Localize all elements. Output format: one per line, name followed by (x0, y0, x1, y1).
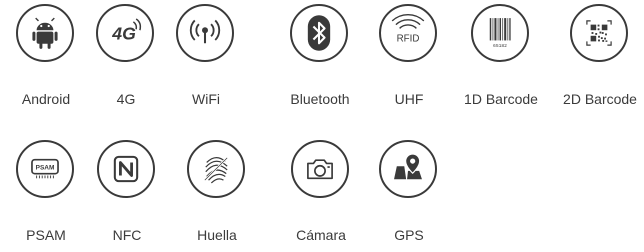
feature-row-1: Android 4G 4G WiFi Bluetooth RFID UHF 65… (0, 4, 644, 116)
feature-label: WiFi (192, 91, 220, 107)
feature-2d-barcode: 2D Barcode (560, 4, 640, 116)
feature-huella: Huella (177, 140, 257, 252)
feature-nfc: NFC (87, 140, 167, 252)
fingerprint-icon (187, 140, 245, 198)
4g-icon-text: 4G (111, 24, 136, 44)
feature-label: 2D Barcode (563, 91, 637, 107)
barcode-2d-icon (570, 4, 628, 62)
barcode-1d-icon: 65182 (471, 4, 529, 62)
feature-label: Bluetooth (290, 91, 350, 107)
feature-row-2: PSAM PSAM NFC Huella Cámara GPS (0, 140, 644, 252)
feature-wifi: WiFi (166, 4, 246, 116)
feature-label: NFC (112, 227, 142, 243)
4g-icon: 4G (96, 4, 154, 62)
camera-icon (291, 140, 349, 198)
rfid-icon-text: RFID (397, 33, 420, 44)
feature-psam: PSAM PSAM (6, 140, 86, 252)
bluetooth-icon (290, 4, 348, 62)
feature-label: GPS (394, 227, 424, 243)
feature-label: Cámara (296, 227, 346, 243)
feature-uhf: RFID UHF (369, 4, 449, 116)
feature-gps: GPS (369, 140, 449, 252)
feature-label: UHF (394, 91, 424, 107)
rfid-icon: RFID (379, 4, 437, 62)
feature-camara: Cámara (281, 140, 361, 252)
map-pin-icon (379, 140, 437, 198)
android-icon (16, 4, 74, 62)
barcode-number: 65182 (493, 43, 507, 49)
feature-1d-barcode: 65182 1D Barcode (461, 4, 541, 116)
feature-4g: 4G 4G (86, 4, 166, 116)
feature-bluetooth: Bluetooth (280, 4, 360, 116)
nfc-icon (97, 140, 155, 198)
wifi-icon (176, 4, 234, 62)
feature-label: Huella (197, 227, 237, 243)
feature-android: Android (6, 4, 86, 116)
psam-icon-text: PSAM (36, 164, 55, 171)
feature-label: 1D Barcode (464, 91, 538, 107)
psam-card-icon: PSAM (16, 140, 74, 198)
